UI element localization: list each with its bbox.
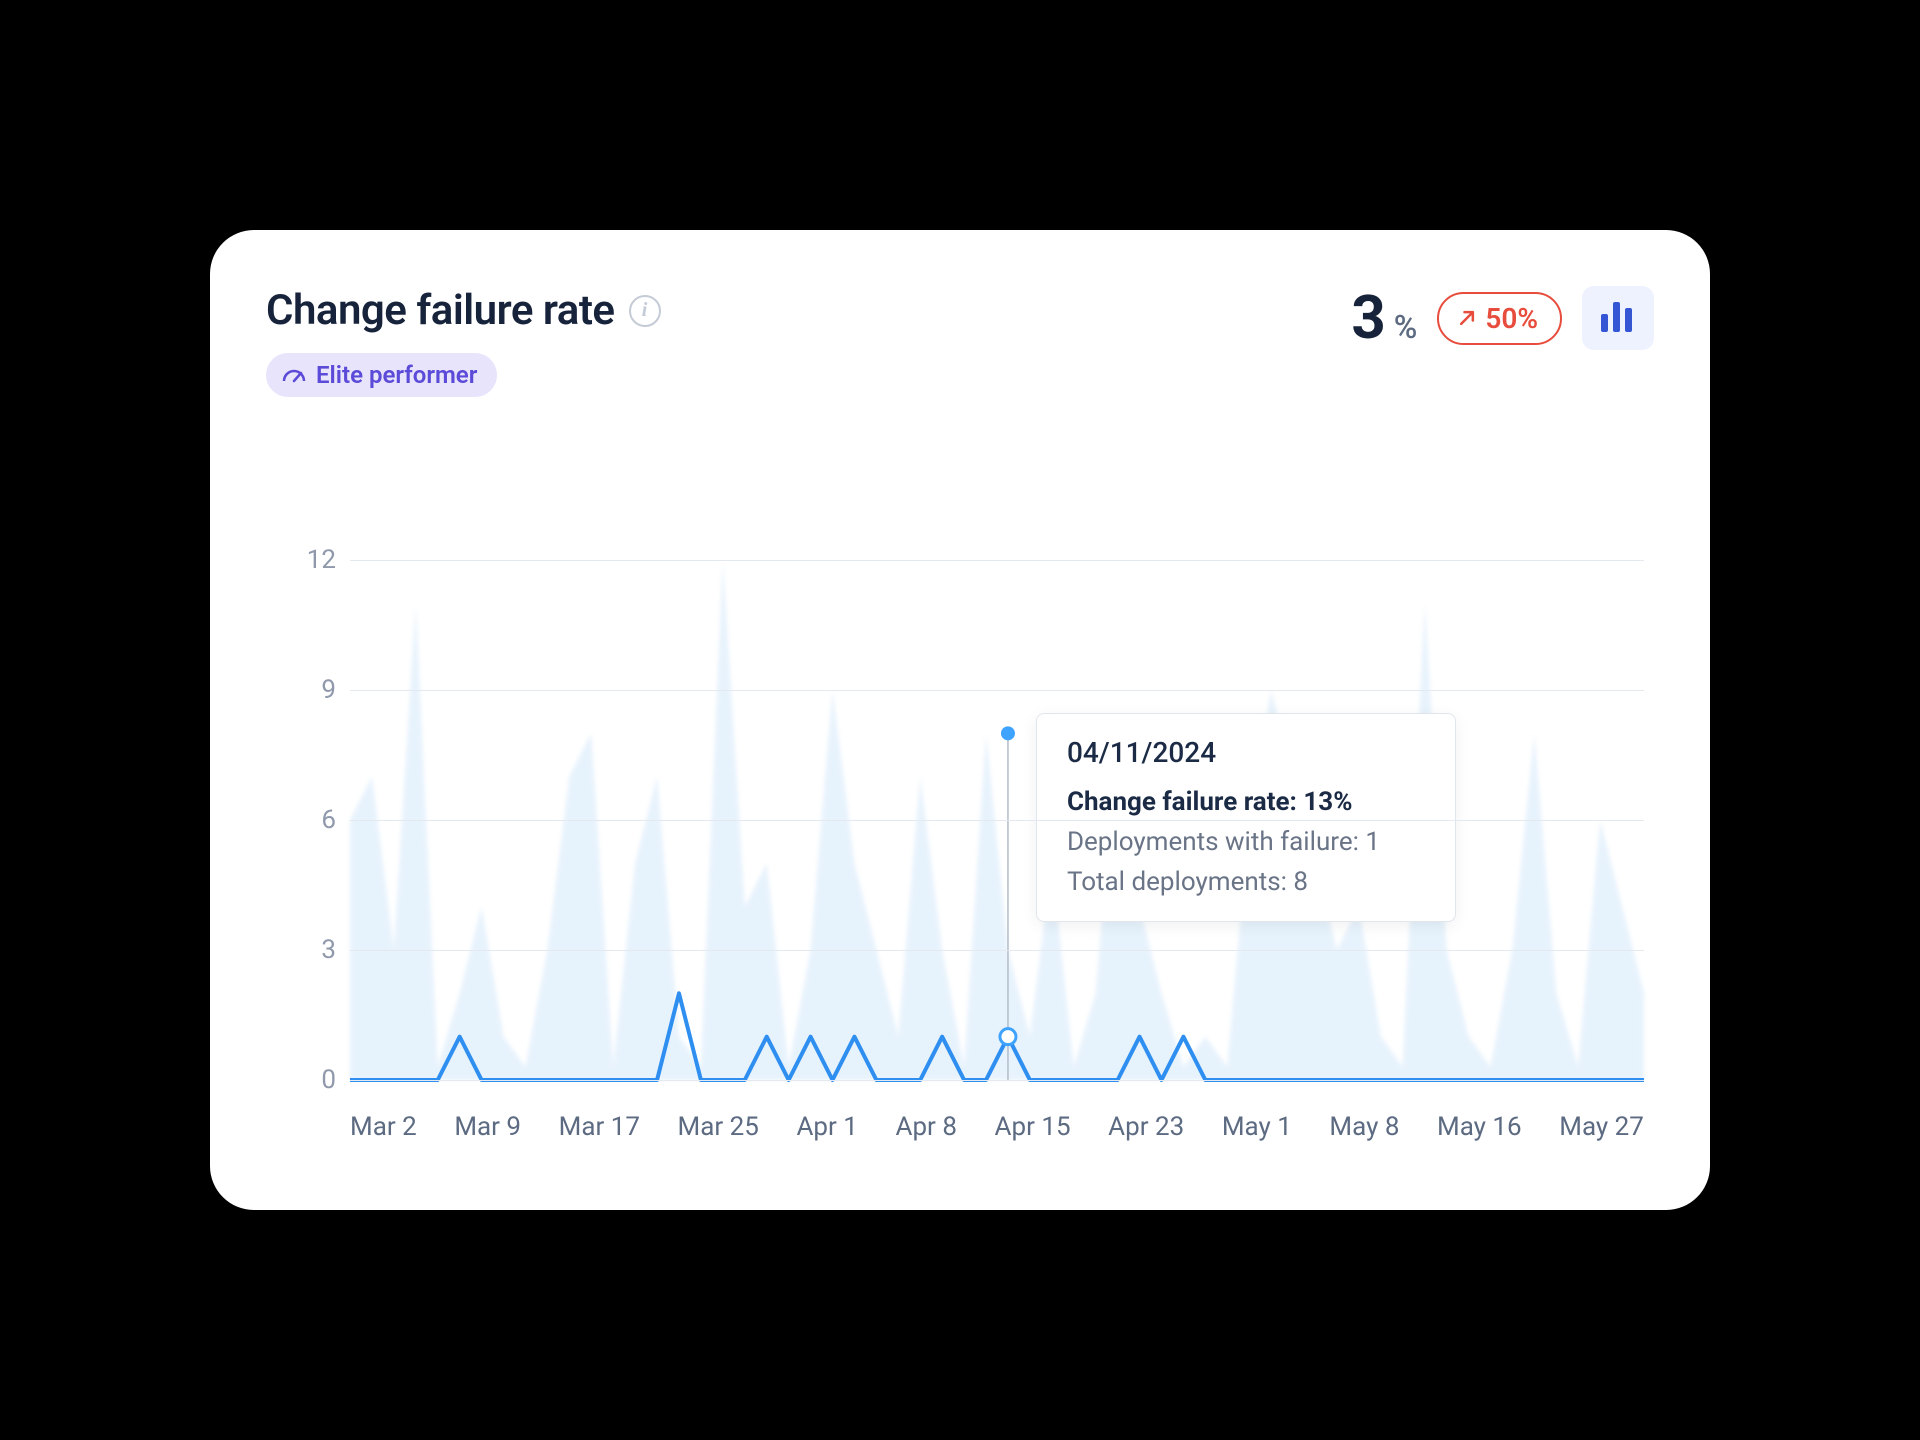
badge-label: Elite performer (316, 361, 477, 389)
x-tick-label: Mar 17 (559, 1112, 640, 1142)
gauge-icon (282, 361, 306, 389)
chart: 04/11/2024 Change failure rate: 13% Depl… (266, 530, 1654, 1160)
info-icon[interactable]: i (629, 295, 661, 327)
title-row: Change failure rate i (266, 286, 661, 335)
tooltip-row-1: Change failure rate: 13% (1067, 787, 1425, 817)
x-tick-label: Apr 23 (1108, 1112, 1184, 1142)
trend-pill: 50% (1437, 292, 1562, 345)
x-tick-label: Apr 1 (796, 1112, 857, 1142)
x-axis: Mar 2 Mar 9 Mar 17 Mar 25 Apr 1 Apr 8 Apr 15 Ap… (350, 1100, 1644, 1160)
y-tick-label: 6 (296, 805, 336, 835)
card-title: Change failure rate (266, 286, 615, 335)
tooltip-row-2: Deployments with failure: 1 (1067, 827, 1425, 857)
grid-line (350, 1080, 1644, 1081)
tooltip-row-3: Total deployments: 8 (1067, 867, 1425, 897)
grid-line (350, 560, 1644, 561)
tooltip-date: 04/11/2024 (1067, 736, 1425, 769)
metric-value: 3 (1351, 282, 1385, 353)
grid-line (350, 950, 1644, 951)
header-left: Change failure rate i Elite performer (266, 286, 661, 397)
x-tick-label: Apr 15 (995, 1112, 1071, 1142)
header-right: 3 % 50% (1351, 286, 1654, 350)
plot-area[interactable]: 04/11/2024 Change failure rate: 13% Depl… (350, 560, 1644, 1080)
arrow-up-right-icon (1457, 302, 1477, 335)
bar-chart-icon (1598, 298, 1638, 338)
x-tick-label: Apr 8 (896, 1112, 957, 1142)
metric-value-wrap: 3 % (1351, 288, 1417, 348)
y-tick-label: 9 (296, 675, 336, 705)
y-tick-label: 3 (296, 935, 336, 965)
card-header: Change failure rate i Elite performer 3 … (266, 286, 1654, 397)
trend-value: 50% (1485, 302, 1538, 335)
chart-type-button[interactable] (1582, 286, 1654, 350)
grid-line (350, 690, 1644, 691)
x-tick-label: Mar 25 (678, 1112, 759, 1142)
x-tick-label: Mar 2 (350, 1112, 417, 1142)
x-tick-label: May 16 (1437, 1112, 1522, 1142)
x-tick-label: Mar 9 (454, 1112, 521, 1142)
performance-badge: Elite performer (266, 353, 497, 397)
x-tick-label: May 8 (1329, 1112, 1399, 1142)
metric-unit: % (1394, 308, 1418, 346)
grid-line (350, 820, 1644, 821)
x-tick-label: May 27 (1559, 1112, 1644, 1142)
x-tick-label: May 1 (1222, 1112, 1292, 1142)
y-tick-label: 12 (296, 545, 336, 575)
y-tick-label: 0 (296, 1065, 336, 1095)
chart-tooltip: 04/11/2024 Change failure rate: 13% Depl… (1036, 713, 1456, 922)
metric-card: Change failure rate i Elite performer 3 … (210, 230, 1710, 1210)
